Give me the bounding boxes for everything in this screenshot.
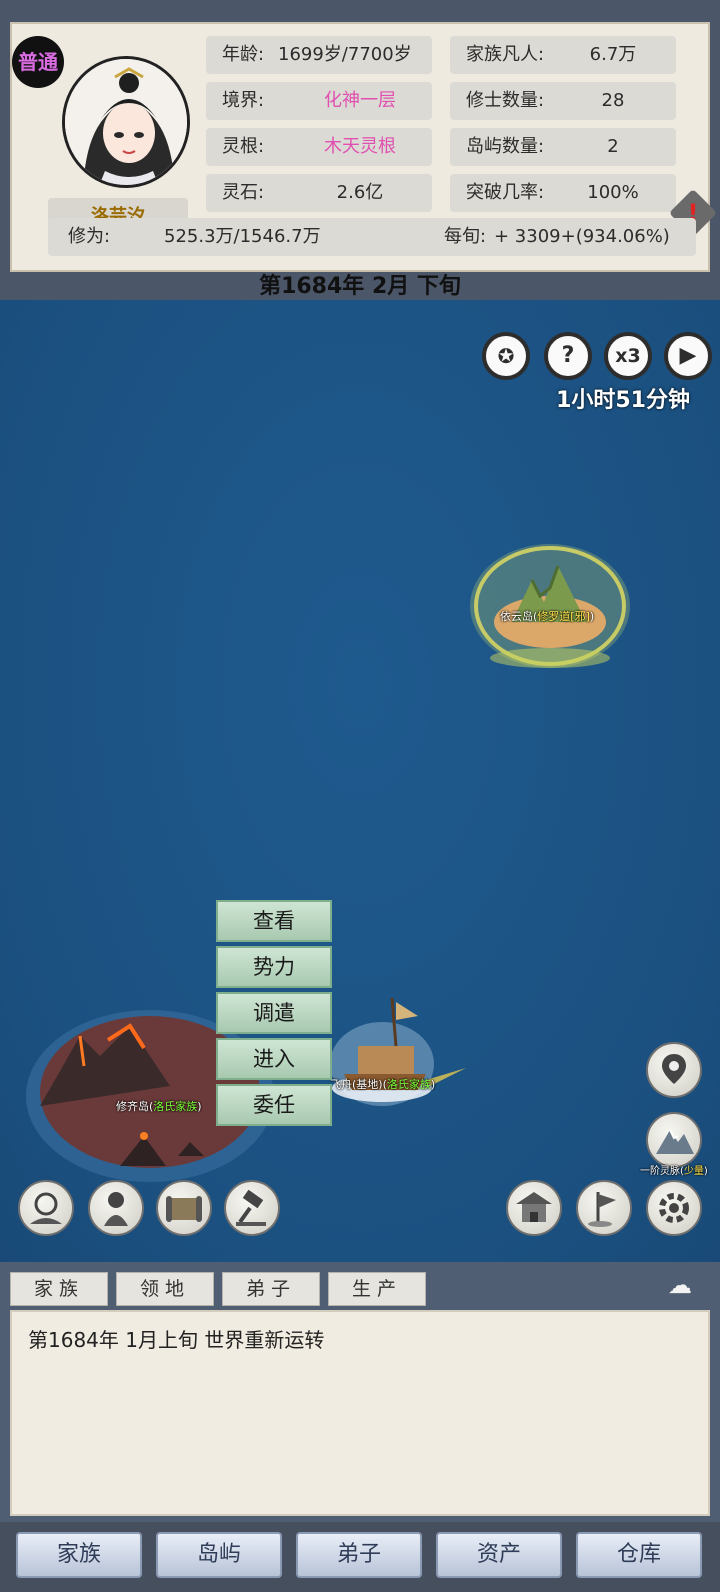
- flying-ship-base[interactable]: 飞舟(基地)(洛氏家族): [330, 988, 470, 1120]
- help-button[interactable]: ?: [544, 332, 592, 380]
- sect-building-button[interactable]: [506, 1180, 562, 1236]
- bottom-nav: 家族 岛屿 弟子 资产 仓库: [0, 1522, 720, 1592]
- menu-appoint[interactable]: 委任: [216, 1084, 332, 1126]
- spirit-root-stat: 灵根: 木天灵根: [206, 128, 432, 166]
- flying-ship-name: 飞舟(基地): [330, 1078, 383, 1091]
- speed-multiplier-label: x3: [615, 345, 641, 367]
- spirit-vein-label: 一阶灵脉(少量): [640, 1166, 708, 1177]
- auction-button[interactable]: [224, 1180, 280, 1236]
- mortals-stat: 家族凡人: 6.7万: [450, 36, 676, 74]
- nav-warehouse[interactable]: 仓库: [576, 1532, 702, 1578]
- character-panel: 普通 洛芸汐 年龄: 1699岁/7700岁 境界: 化神一层 灵根: 木天灵根…: [10, 22, 718, 272]
- nav-islands[interactable]: 岛屿: [156, 1532, 282, 1578]
- islands-value: 2: [607, 136, 619, 157]
- island-xiuqi-owner: 洛氏家族: [153, 1100, 198, 1113]
- spirit-root-value: 木天灵根: [324, 136, 396, 157]
- shielded-island-icon: [470, 544, 630, 668]
- menu-dispatch[interactable]: 调遣: [216, 992, 332, 1034]
- gavel-icon: [236, 1189, 266, 1226]
- cultivators-value: 28: [601, 90, 625, 111]
- nav-family[interactable]: 家族: [16, 1532, 142, 1578]
- world-map[interactable]: ✪ ? x3 ▶ 1小时51分钟 依云岛(修罗道[邪]) 修齐岛(洛氏家族) 飞…: [0, 300, 720, 1262]
- cultivation-value: 525.3万/1546.7万: [164, 226, 321, 247]
- island-xiuqi-name: 修齐岛: [116, 1100, 149, 1113]
- islands-stat: 岛屿数量: 2: [450, 128, 676, 166]
- age-stat: 年龄: 1699岁/7700岁: [206, 36, 432, 74]
- menu-enter[interactable]: 进入: [216, 1038, 332, 1080]
- log-panel: 家族 领地 弟子 生产 ☁ 第1684年 1月上旬 世界重新运转: [0, 1262, 720, 1522]
- spirit-root-label: 灵根:: [222, 136, 265, 157]
- flying-ship-icon: [330, 997, 466, 1106]
- speed-button[interactable]: x3: [604, 332, 652, 380]
- character-header: 普通 洛芸汐 年龄: 1699岁/7700岁 境界: 化神一层 灵根: 木天灵根…: [0, 0, 720, 300]
- log-tab-territory[interactable]: 领地: [116, 1272, 214, 1306]
- per-period-label: 每旬:: [444, 226, 487, 247]
- flying-ship-label: 飞舟(基地)(洛氏家族): [330, 1078, 436, 1091]
- islands-label: 岛屿数量:: [466, 136, 545, 157]
- per-period-value: + 3309+(934.06%): [494, 226, 670, 247]
- realm-stat: 境界: 化神一层: [206, 82, 432, 120]
- dragon-ornament-icon[interactable]: ☁: [656, 1268, 704, 1302]
- disciple-button[interactable]: [88, 1180, 144, 1236]
- island-yiyun[interactable]: 依云岛(修罗道[邪]): [462, 526, 636, 676]
- rank-badge: 普通: [12, 36, 64, 88]
- island-yiyun-label: 依云岛(修罗道[邪]): [500, 610, 595, 623]
- breakthrough-value: 100%: [587, 182, 639, 203]
- map-pin-icon: [662, 1054, 686, 1084]
- mountain-icon: [656, 1129, 694, 1154]
- log-entry: 第1684年 1月上旬 世界重新运转: [28, 1328, 325, 1352]
- log-tab-production[interactable]: 生产: [328, 1272, 426, 1306]
- island-context-menu: 查看 势力 调遣 进入 委任: [216, 900, 332, 1130]
- mortals-label: 家族凡人:: [466, 44, 545, 65]
- cultivators-stat: 修士数量: 28: [450, 82, 676, 120]
- log-tab-disciples[interactable]: 弟子: [222, 1272, 320, 1306]
- spirit-vein-name: 一阶灵脉: [640, 1166, 680, 1177]
- game-date: 第1684年 2月 下旬: [259, 274, 461, 299]
- timer-text: 1小时51分钟: [556, 388, 690, 413]
- breakthrough-label: 突破几率:: [466, 182, 545, 203]
- island-yiyun-name: 依云岛: [500, 610, 533, 623]
- spirit-vein-button[interactable]: [646, 1112, 702, 1168]
- spirit-stone-value: 2.6亿: [336, 182, 384, 203]
- laurel-shield-icon: ✪: [497, 344, 515, 368]
- realm-value: 化神一层: [324, 90, 396, 111]
- sect-emblem-button[interactable]: ✪: [482, 332, 530, 380]
- menu-faction[interactable]: 势力: [216, 946, 332, 988]
- breakthrough-stat: 突破几率: 100%: [450, 174, 676, 212]
- crowd-icon: [30, 1192, 62, 1224]
- flying-ship-owner: 洛氏家族: [386, 1078, 431, 1091]
- settings-button[interactable]: [646, 1180, 702, 1236]
- avatar-portrait-icon: [65, 59, 187, 185]
- gear-icon: [659, 1193, 689, 1223]
- scroll-icon: [166, 1196, 202, 1222]
- spirit-stone-stat: 灵石: 2.6亿: [206, 174, 432, 212]
- age-label: 年龄:: [222, 44, 265, 65]
- log-tab-family[interactable]: 家族: [10, 1272, 108, 1306]
- age-value: 1699岁/7700岁: [278, 44, 412, 65]
- flag-button[interactable]: [576, 1180, 632, 1236]
- realm-label: 境界:: [222, 90, 265, 111]
- map-location-button[interactable]: [646, 1042, 702, 1098]
- play-button[interactable]: ▶: [664, 332, 712, 380]
- recruit-button[interactable]: [18, 1180, 74, 1236]
- character-avatar[interactable]: [62, 56, 190, 188]
- island-yiyun-owner: 修罗道[邪]: [537, 610, 590, 623]
- nav-disciples[interactable]: 弟子: [296, 1532, 422, 1578]
- log-box[interactable]: 第1684年 1月上旬 世界重新运转: [10, 1310, 710, 1516]
- cultivators-label: 修士数量:: [466, 90, 545, 111]
- cultivation-bar: 修为: 525.3万/1546.7万 每旬: + 3309+(934.06%): [48, 218, 696, 256]
- person-icon: [104, 1192, 128, 1226]
- flag-icon: [588, 1192, 616, 1227]
- spirit-stone-label: 灵石:: [222, 182, 265, 203]
- question-icon: ?: [561, 343, 575, 368]
- scroll-button[interactable]: [156, 1180, 212, 1236]
- cultivation-label: 修为:: [68, 226, 111, 247]
- play-icon: ▶: [679, 343, 697, 368]
- menu-view[interactable]: 查看: [216, 900, 332, 942]
- temple-icon: [516, 1192, 552, 1222]
- nav-assets[interactable]: 资产: [436, 1532, 562, 1578]
- island-xiuqi-label: 修齐岛(洛氏家族): [116, 1100, 202, 1113]
- spirit-vein-amount: 少量: [683, 1166, 704, 1177]
- mortals-value: 6.7万: [589, 44, 637, 65]
